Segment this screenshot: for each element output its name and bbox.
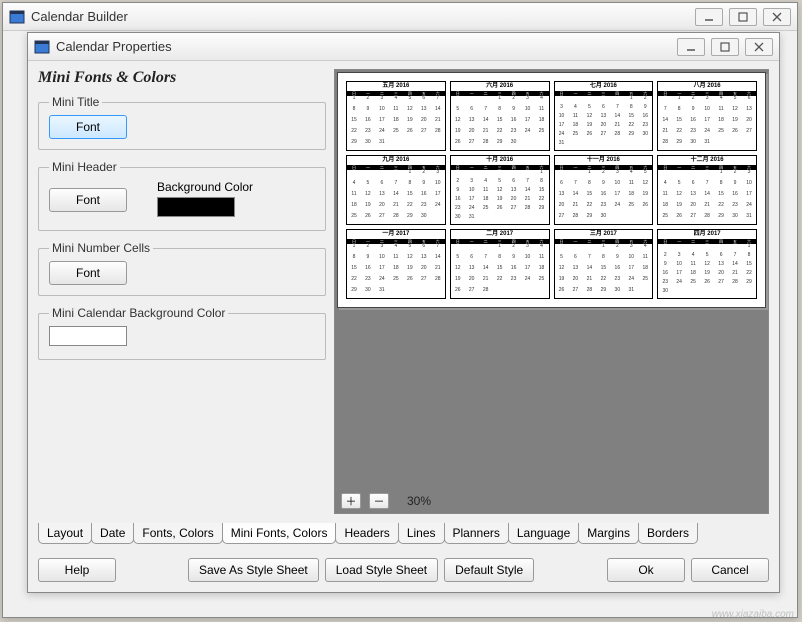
mini-cal-body: 1234567891011121314151617181920212223242… [451, 96, 549, 150]
dialog-titlebar: Calendar Properties [28, 33, 779, 61]
zoom-level: 30% [407, 494, 431, 508]
mini-title-group: Mini Title Font [38, 95, 326, 150]
tab-mini-fonts-colors[interactable]: Mini Fonts, Colors [222, 523, 337, 544]
mini-cal-body: 1234567891011121314151617181920212223242… [347, 170, 445, 224]
tab-date[interactable]: Date [91, 523, 134, 544]
load-style-button[interactable]: Load Style Sheet [325, 558, 438, 582]
mini-title-font-button[interactable]: Font [49, 115, 127, 139]
tab-borders[interactable]: Borders [638, 523, 698, 544]
preview-pane: 五月 2016日一二三四五六12345678910111213141516171… [334, 69, 769, 514]
mini-cells-legend: Mini Number Cells [49, 241, 153, 255]
mini-cal-body: 1234567891011121314151617181920212223242… [658, 244, 756, 298]
save-style-button[interactable]: Save As Style Sheet [188, 558, 319, 582]
dialog-minimize-button[interactable] [677, 38, 705, 56]
dialog-icon [34, 39, 50, 55]
preview-page: 五月 2016日一二三四五六12345678910111213141516171… [337, 72, 766, 308]
mini-calendar: 十月 2016日一二三四五六12345678910111213141516171… [450, 155, 550, 225]
mini-cal-body: 1234567891011121314151617181920212223242… [347, 96, 445, 150]
mini-header-legend: Mini Header [49, 160, 120, 174]
mini-calendar: 四月 2017日一二三四五六12345678910111213141516171… [657, 229, 757, 299]
tab-fonts-colors[interactable]: Fonts, Colors [133, 523, 222, 544]
ok-button[interactable]: Ok [607, 558, 685, 582]
default-style-button[interactable]: Default Style [444, 558, 534, 582]
zoom-out-button[interactable]: － [369, 493, 389, 509]
dialog-close-button[interactable] [745, 38, 773, 56]
main-window-title: Calendar Builder [31, 9, 695, 24]
properties-dialog: Calendar Properties Mini Fonts & Colors … [27, 32, 780, 593]
mini-calendar: 十二月 2016日一二三四五六1234567891011121314151617… [657, 155, 757, 225]
mini-title-legend: Mini Title [49, 95, 102, 109]
mini-cal-body: 1234567891011121314151617181920212223242… [347, 244, 445, 298]
app-icon [9, 9, 25, 25]
main-titlebar: Calendar Builder [3, 3, 797, 31]
tabs-row: LayoutDateFonts, ColorsMini Fonts, Color… [38, 523, 769, 544]
mini-cells-group: Mini Number Cells Font [38, 241, 326, 296]
dialog-title: Calendar Properties [56, 39, 677, 54]
tab-margins[interactable]: Margins [578, 523, 639, 544]
tab-language[interactable]: Language [508, 523, 579, 544]
mini-calendar: 六月 2016日一二三四五六12345678910111213141516171… [450, 81, 550, 151]
help-button[interactable]: Help [38, 558, 116, 582]
mini-header-bg-label: Background Color [157, 180, 253, 194]
mini-cells-font-button[interactable]: Font [49, 261, 127, 285]
mini-header-bg-swatch[interactable] [157, 197, 235, 217]
mini-calendar: 十一月 2016日一二三四五六1234567891011121314151617… [554, 155, 654, 225]
mini-bg-group: Mini Calendar Background Color [38, 306, 326, 360]
mini-cal-body: 1234567891011121314151617181920212223242… [555, 96, 653, 150]
mini-calendar: 一月 2017日一二三四五六12345678910111213141516171… [346, 229, 446, 299]
mini-calendar: 二月 2017日一二三四五六12345678910111213141516171… [450, 229, 550, 299]
mini-cal-body: 1234567891011121314151617181920212223242… [658, 96, 756, 150]
section-title: Mini Fonts & Colors [38, 69, 326, 87]
tab-headers[interactable]: Headers [335, 523, 398, 544]
mini-bg-legend: Mini Calendar Background Color [49, 306, 228, 320]
tab-planners[interactable]: Planners [444, 523, 509, 544]
tab-layout[interactable]: Layout [38, 523, 92, 544]
zoom-in-button[interactable]: ＋ [341, 493, 361, 509]
mini-calendar: 五月 2016日一二三四五六12345678910111213141516171… [346, 81, 446, 151]
mini-header-font-button[interactable]: Font [49, 188, 127, 212]
tab-lines[interactable]: Lines [398, 523, 445, 544]
mini-cal-body: 1234567891011121314151617181920212223242… [555, 244, 653, 298]
mini-header-group: Mini Header Font Background Color [38, 160, 326, 231]
mini-calendar: 九月 2016日一二三四五六12345678910111213141516171… [346, 155, 446, 225]
dialog-maximize-button[interactable] [711, 38, 739, 56]
mini-cal-body: 1234567891011121314151617181920212223242… [658, 170, 756, 224]
main-maximize-button[interactable] [729, 8, 757, 26]
mini-calendar: 七月 2016日一二三四五六12345678910111213141516171… [554, 81, 654, 151]
dialog-button-bar: Help Save As Style Sheet Load Style Shee… [38, 558, 769, 582]
mini-bg-swatch[interactable] [49, 326, 127, 346]
mini-calendar: 三月 2017日一二三四五六12345678910111213141516171… [554, 229, 654, 299]
mini-cal-body: 1234567891011121314151617181920212223242… [451, 170, 549, 224]
zoom-controls: ＋ － 30% [341, 493, 431, 509]
left-pane: Mini Fonts & Colors Mini Title Font Mini… [38, 69, 326, 514]
mini-cal-body: 1234567891011121314151617181920212223242… [451, 244, 549, 298]
mini-cal-body: 1234567891011121314151617181920212223242… [555, 170, 653, 224]
mini-calendar: 八月 2016日一二三四五六12345678910111213141516171… [657, 81, 757, 151]
main-minimize-button[interactable] [695, 8, 723, 26]
main-close-button[interactable] [763, 8, 791, 26]
cancel-button[interactable]: Cancel [691, 558, 769, 582]
